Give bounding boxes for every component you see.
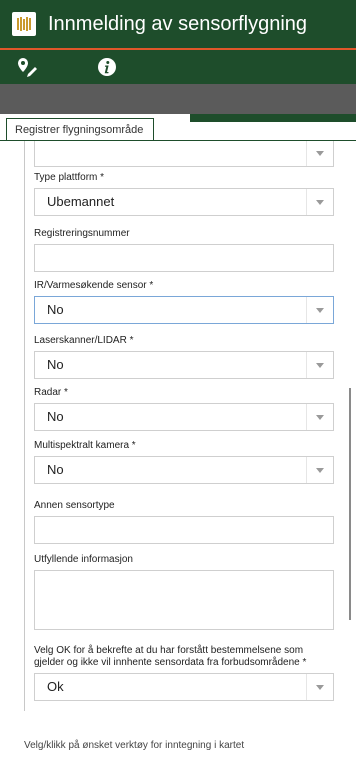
bekreft-value: Ok — [47, 679, 64, 694]
field-ir-sensor: IR/Varmesøkende sensor * No — [34, 280, 334, 324]
multispektralt-label: Multispektralt kamera * — [34, 440, 136, 451]
previous-select[interactable] — [34, 141, 334, 167]
toolbar — [0, 48, 356, 84]
lidar-select[interactable]: No — [34, 351, 334, 379]
ir-sensor-select[interactable]: No — [34, 296, 334, 324]
chevron-down-icon — [316, 200, 324, 205]
multispektralt-value: No — [47, 462, 64, 477]
registreringsnummer-label: Registreringsnummer — [34, 228, 130, 239]
type-plattform-select[interactable]: Ubemannet — [34, 188, 334, 216]
dropdown-arrow-box — [306, 141, 333, 166]
ir-sensor-value: No — [47, 302, 64, 317]
field-previous — [34, 141, 334, 167]
app-logo-icon — [12, 12, 36, 36]
gray-strip — [0, 84, 356, 114]
lidar-value: No — [47, 357, 64, 372]
scrollbar[interactable] — [349, 388, 351, 620]
radar-label: Radar * — [34, 387, 68, 398]
annen-sensortype-label: Annen sensortype — [34, 500, 115, 511]
field-utfyllende: Utfyllende informasjon — [34, 554, 334, 630]
draw-pin-icon[interactable] — [14, 54, 40, 80]
tab-bar-accent — [190, 114, 356, 122]
radar-value: No — [47, 409, 64, 424]
info-icon[interactable] — [94, 54, 120, 80]
tab-registrer-flygningsomrade[interactable]: Registrer flygningsområde — [6, 118, 155, 140]
type-plattform-value: Ubemannet — [47, 194, 115, 209]
bekreft-label: Velg OK for å bekrefte at du har forståt… — [34, 645, 307, 668]
chevron-down-icon — [316, 468, 324, 473]
field-bekreft: Velg OK for å bekrefte at du har forståt… — [34, 645, 334, 701]
radar-select[interactable]: No — [34, 403, 334, 431]
footer-instruction: Velg/klikk på ønsket verktøy for inntegn… — [24, 740, 245, 751]
field-type-plattform: Type plattform * Ubemannet — [34, 172, 334, 216]
field-registreringsnummer: Registreringsnummer — [34, 228, 334, 272]
ir-sensor-label: IR/Varmesøkende sensor * — [34, 280, 154, 291]
utfyllende-textarea[interactable] — [34, 570, 334, 630]
field-multispektralt: Multispektralt kamera * No — [34, 440, 334, 484]
title-bar: Innmelding av sensorflygning — [0, 0, 356, 48]
chevron-down-icon — [316, 151, 324, 156]
lidar-label: Laserskanner/LIDAR * — [34, 335, 134, 346]
annen-sensortype-input[interactable] — [34, 516, 334, 544]
chevron-down-icon — [316, 363, 324, 368]
registreringsnummer-input[interactable] — [34, 244, 334, 272]
form-panel: Type plattform * Ubemannet Registrerings… — [24, 141, 342, 711]
bekreft-select[interactable]: Ok — [34, 673, 334, 701]
type-plattform-label: Type plattform * — [34, 172, 105, 183]
field-lidar: Laserskanner/LIDAR * No — [34, 335, 334, 379]
field-annen-sensortype: Annen sensortype — [34, 500, 334, 544]
field-radar: Radar * No — [34, 387, 334, 431]
chevron-down-icon — [316, 308, 324, 313]
chevron-down-icon — [316, 685, 324, 690]
chevron-down-icon — [316, 415, 324, 420]
app-title: Innmelding av sensorflygning — [48, 12, 308, 35]
multispektralt-select[interactable]: No — [34, 456, 334, 484]
utfyllende-label: Utfyllende informasjon — [34, 554, 133, 565]
